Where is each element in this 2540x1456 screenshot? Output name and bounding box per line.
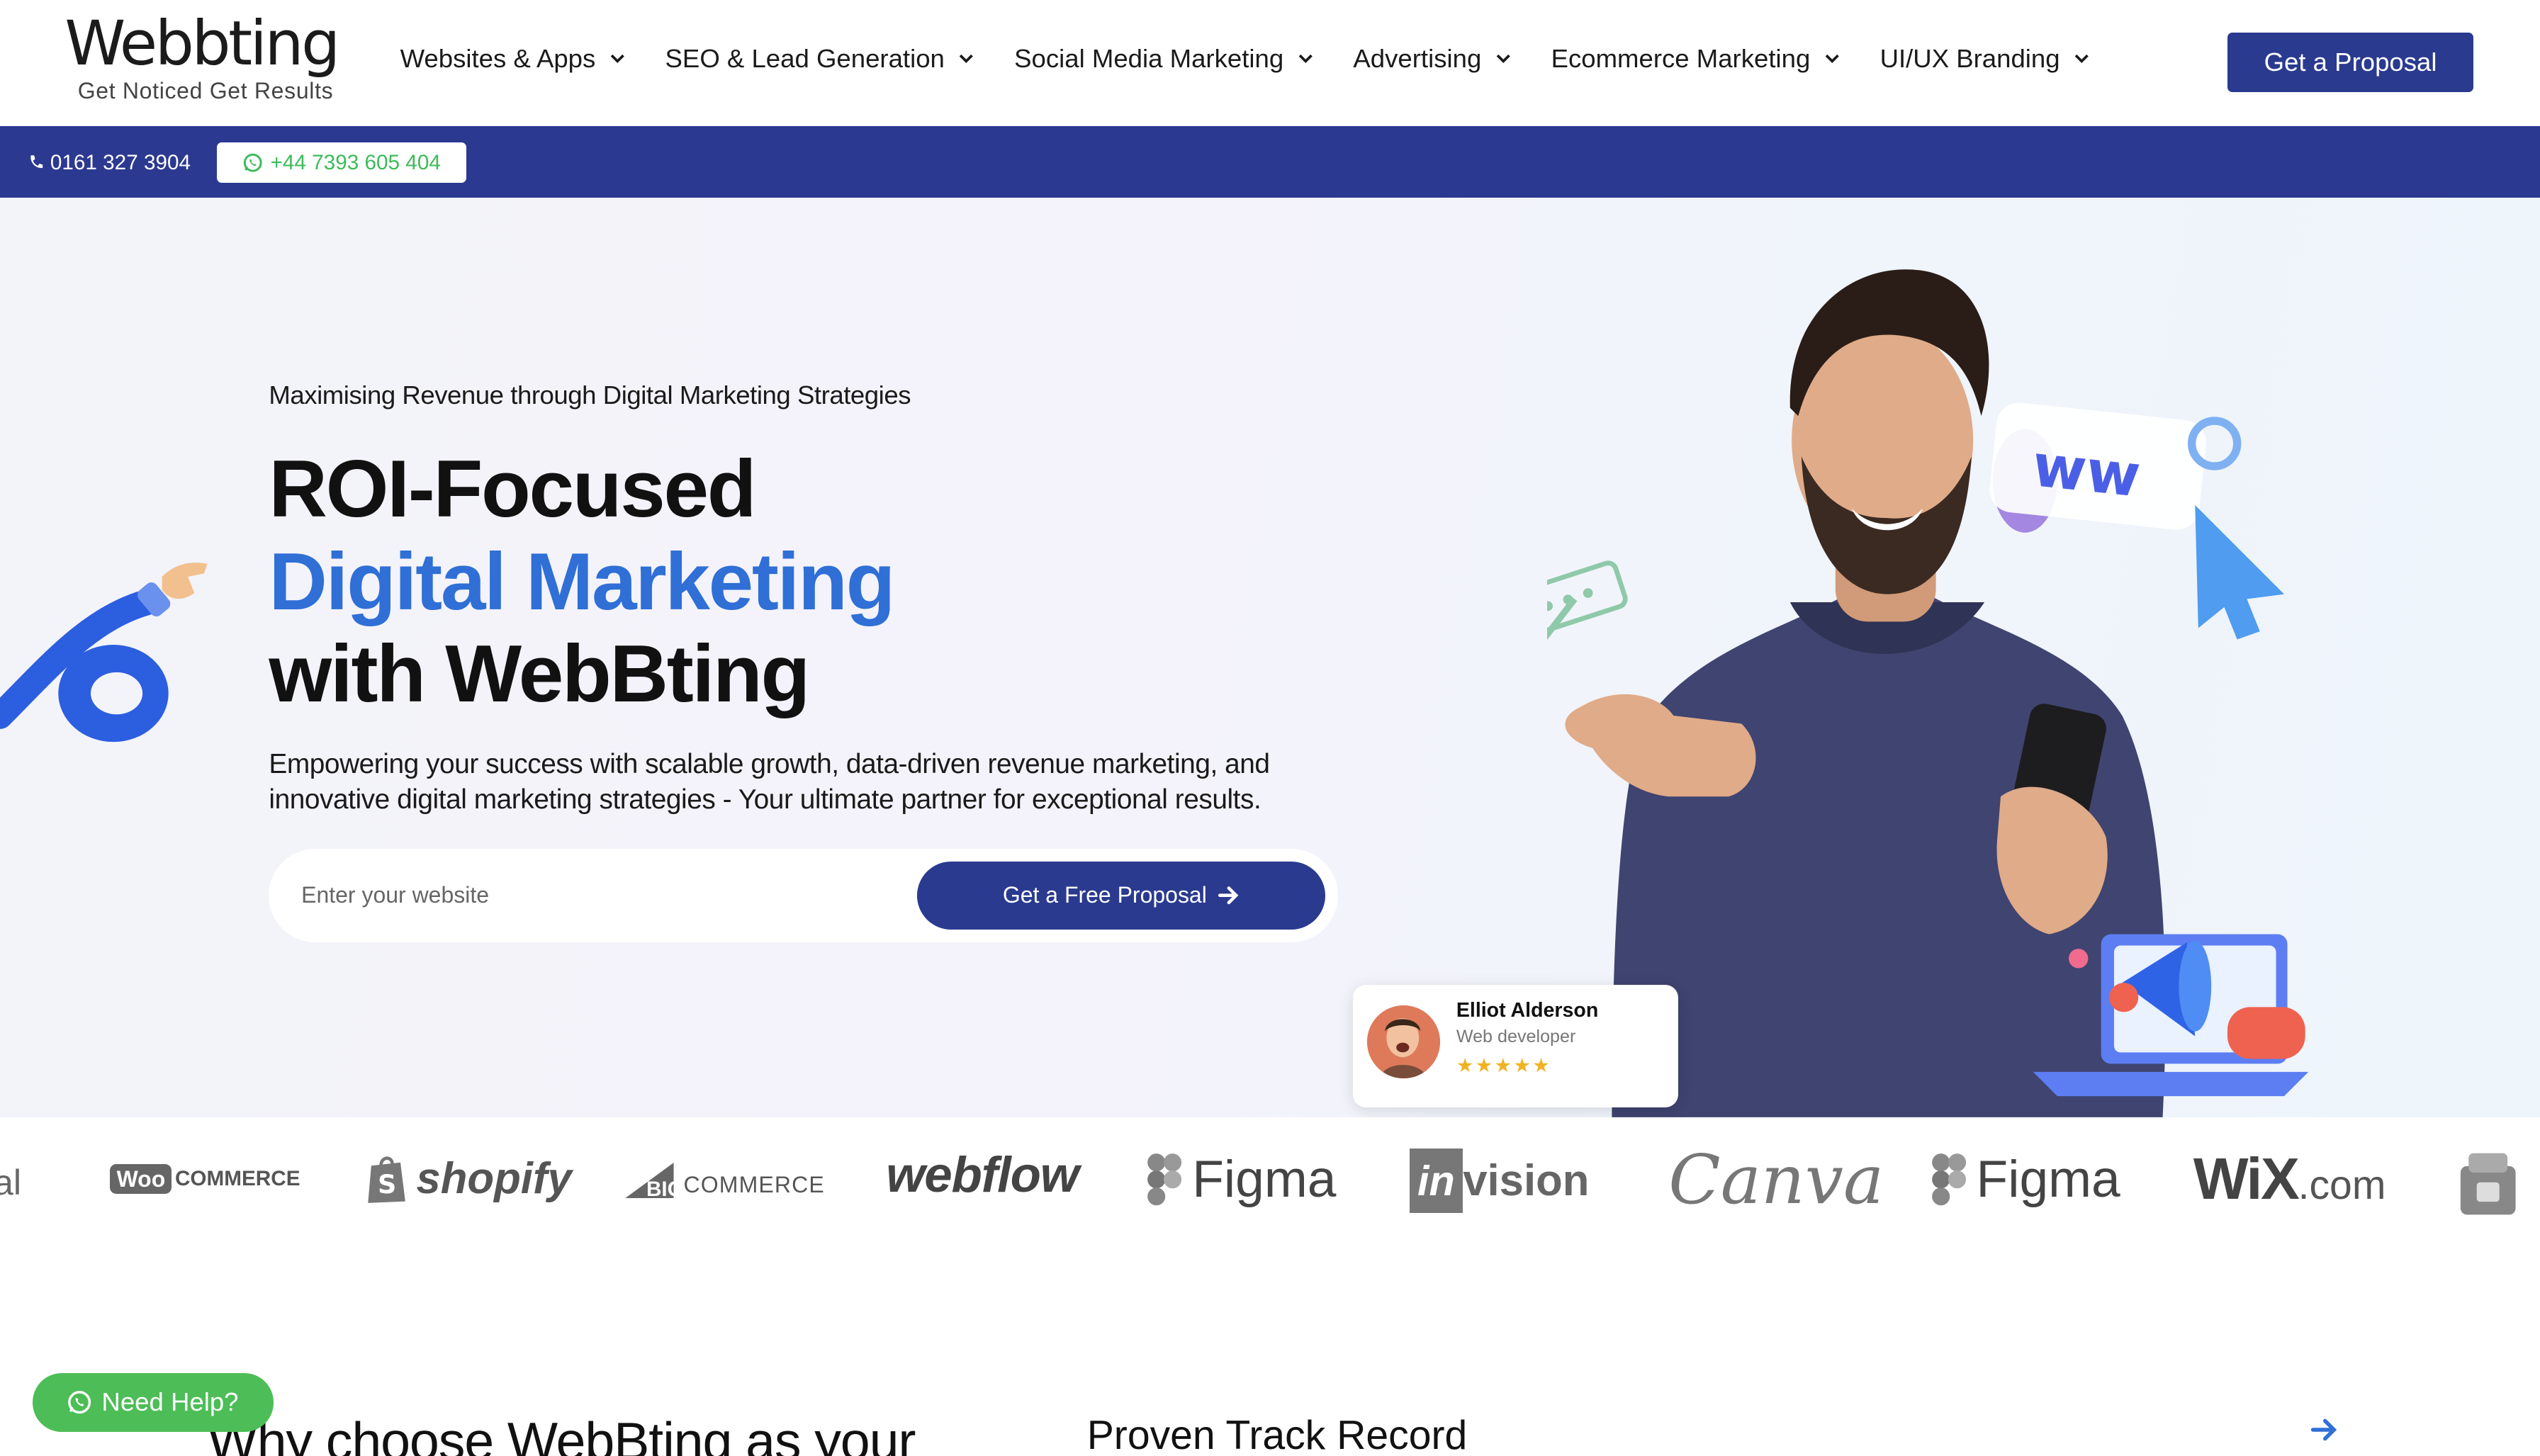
canva-logo: Canva (1668, 1140, 1884, 1220)
figma-text: Figma (1192, 1150, 1337, 1208)
wix-text: WiX (2193, 1147, 2300, 1212)
hero-section: Maximising Revenue through Digital Marke… (0, 197, 2540, 1118)
svg-text:S: S (378, 1170, 396, 1200)
partner-logo-strip: al Woo COMMERCE S shopify BIG COMMERCE w… (0, 1117, 2540, 1263)
arrow-right-icon (1218, 886, 1239, 905)
whatsapp-number: +44 7393 605 404 (270, 150, 441, 174)
nav-item-websites-apps[interactable]: Websites & Apps (400, 44, 625, 74)
main-nav: Websites & Apps SEO & Lead Generation So… (400, 44, 2130, 74)
why-choose-heading: Why choose WebBting as your (207, 1411, 916, 1456)
site-header: Webbting Get Noticed Get Results Website… (0, 0, 2540, 127)
brand-wordmark: Webbting (64, 7, 340, 79)
bigcommerce-suffix: COMMERCE (683, 1172, 825, 1198)
nav-item-label: Advertising (1353, 43, 1482, 73)
woocommerce-logo: Woo COMMERCE (110, 1164, 300, 1194)
phone-icon (30, 155, 43, 169)
figma-text: Figma (1976, 1150, 2120, 1208)
phone-number: 0161 327 3904 (50, 150, 191, 174)
chevron-down-icon (1298, 55, 1313, 64)
figma-logo-2: Figma (1931, 1150, 2120, 1209)
figma-icon (1931, 1153, 1966, 1205)
wix-logo: WiX .com (2193, 1146, 2386, 1213)
bigcommerce-logo: BIG COMMERCE (625, 1163, 825, 1201)
get-free-proposal-label: Get a Free Proposal (1002, 882, 1207, 908)
nav-item-label: Social Media Marketing (1014, 43, 1284, 73)
reviewer-role: Web developer (1456, 1027, 1576, 1047)
www-badge-icon: ww (1989, 402, 2284, 640)
hero-headline: ROI-Focused Digital Marketing with WebBt… (269, 444, 895, 721)
review-card: Elliot Alderson Web developer ★★★★★ (1352, 984, 1678, 1108)
brand-logo[interactable]: Webbting Get Noticed Get Results (64, 7, 348, 113)
need-help-button[interactable]: Need Help? (32, 1373, 274, 1432)
chevron-down-icon (1825, 55, 1839, 64)
shopify-text: shopify (416, 1154, 572, 1204)
whatsapp-link[interactable]: +44 7393 605 404 (217, 142, 467, 184)
chevron-down-icon (1496, 55, 1510, 64)
proven-track-record-heading: Proven Track Record (1086, 1413, 1468, 1456)
arrow-right-icon[interactable] (2310, 1418, 2339, 1441)
nav-item-advertising[interactable]: Advertising (1353, 44, 1510, 74)
avatar (1367, 1005, 1440, 1079)
partial-logo: al (0, 1161, 21, 1202)
nav-item-label: SEO & Lead Generation (665, 43, 945, 73)
nav-item-ecommerce-marketing[interactable]: Ecommerce Marketing (1551, 44, 1840, 74)
get-free-proposal-button[interactable]: Get a Free Proposal (916, 861, 1325, 930)
svg-text:ww: ww (2029, 432, 2143, 510)
nav-item-social-media-marketing[interactable]: Social Media Marketing (1014, 44, 1313, 74)
star-rating: ★★★★★ (1456, 1054, 1552, 1076)
invision-badge: in (1409, 1148, 1463, 1213)
nav-item-seo-lead-generation[interactable]: SEO & Lead Generation (665, 44, 974, 74)
hero-eyebrow: Maximising Revenue through Digital Marke… (269, 380, 911, 410)
wix-suffix: .com (2298, 1163, 2386, 1209)
store-icon (2460, 1153, 2516, 1215)
need-help-label: Need Help? (101, 1387, 239, 1417)
reviewer-photo (1367, 1005, 1440, 1079)
whatsapp-icon (68, 1391, 91, 1414)
headline-line-2: Digital Marketing (269, 536, 895, 627)
nav-item-label: UI/UX Branding (1879, 43, 2060, 73)
webflow-logo: webflow (886, 1147, 1079, 1204)
reviewer-name: Elliot Alderson (1456, 999, 1599, 1022)
figma-icon (1147, 1153, 1182, 1205)
chevron-down-icon (610, 55, 624, 64)
pointing-hand-illustration (0, 562, 208, 742)
woo-badge: Woo (110, 1164, 172, 1194)
whatsapp-icon (243, 153, 262, 172)
nav-item-label: Ecommerce Marketing (1551, 43, 1811, 73)
chevron-down-icon (2074, 55, 2089, 64)
website-form: Get a Free Proposal (269, 848, 1338, 943)
shopify-bag-icon: S (367, 1156, 405, 1204)
shopify-logo: S shopify (366, 1153, 572, 1204)
nav-item-label: Websites & Apps (400, 43, 596, 73)
phone-link[interactable]: 0161 327 3904 (28, 151, 191, 175)
invision-text: vision (1463, 1156, 1590, 1205)
why-choose-section: Why choose WebBting as your Proven Track… (0, 1263, 2540, 1456)
headline-line-3: with WebBting (269, 628, 810, 719)
website-input[interactable] (301, 872, 884, 918)
chevron-down-icon (960, 55, 974, 64)
invision-logo: in vision (1409, 1148, 1590, 1213)
woo-text: COMMERCE (174, 1167, 300, 1191)
figma-logo: Figma (1147, 1150, 1336, 1209)
get-a-proposal-button[interactable]: Get a Proposal (2227, 32, 2474, 93)
bigcommerce-prefix: BIG (646, 1177, 684, 1201)
headline-line-1: ROI-Focused (269, 444, 756, 535)
brand-tagline: Get Noticed Get Results (77, 77, 334, 103)
hero-description: Empowering your success with scalable gr… (269, 748, 1270, 815)
nav-item-ui-ux-branding[interactable]: UI/UX Branding (1880, 44, 2089, 74)
